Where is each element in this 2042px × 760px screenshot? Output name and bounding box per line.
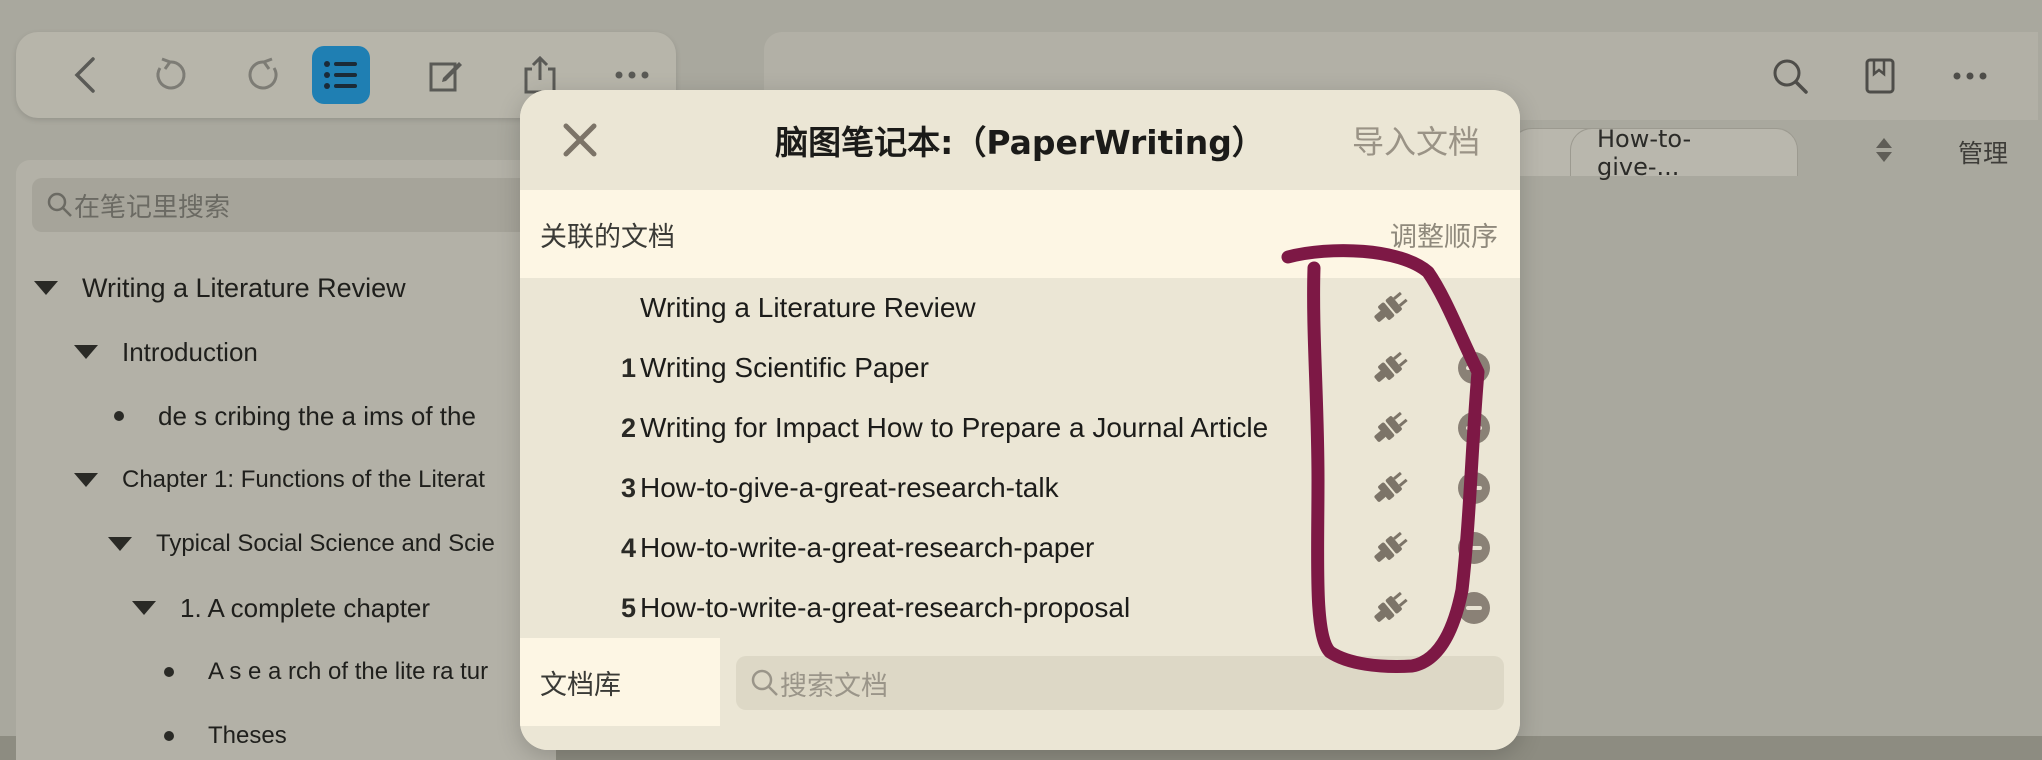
document-number: 2	[620, 412, 636, 443]
outline-item-label: Chapter 1: Functions of the Literat	[122, 466, 485, 493]
tab-label: How-to-give-...	[1597, 124, 1692, 181]
outline-item-label: Typical Social Science and Scie	[156, 530, 495, 557]
document-library-label: 文档库	[520, 638, 720, 726]
document-title: How-to-write-a-great-research-paper	[640, 532, 1095, 563]
search-icon	[751, 669, 778, 696]
remove-document-icon[interactable]	[1458, 352, 1490, 384]
manage-button[interactable]: 管理	[1958, 128, 2008, 176]
outline-item[interactable]: Chapter 1: Functions of the Literat	[74, 460, 485, 500]
outline-item[interactable]: de s cribing the a ims of the	[114, 396, 476, 436]
import-document-button[interactable]: 导入文档	[1352, 90, 1480, 190]
outline-item-label: 1. A complete chapter	[180, 592, 431, 623]
outline-item[interactable]: Writing a Literature Review	[34, 268, 406, 308]
bullet-icon	[164, 731, 174, 741]
document-row[interactable]: 2 Writing for Impact How to Prepare a Jo…	[520, 398, 1520, 458]
tab-document[interactable]: How-to-give-...	[1570, 125, 1798, 181]
edit-icon[interactable]	[416, 32, 476, 118]
close-button[interactable]	[558, 118, 602, 162]
linked-documents-label: 关联的文档	[540, 221, 675, 253]
outline-item[interactable]: Typical Social Science and Scie	[108, 524, 495, 564]
document-title: How-to-give-a-great-research-talk	[640, 472, 1059, 503]
search-icon	[47, 192, 72, 217]
document-title: Writing for Impact How to Prepare a Jour…	[640, 412, 1269, 443]
remove-document-icon[interactable]	[1458, 592, 1490, 624]
outline-list-button[interactable]	[312, 46, 370, 104]
document-number: 4	[620, 532, 636, 563]
remove-document-icon[interactable]	[1458, 412, 1490, 444]
back-icon[interactable]	[56, 32, 116, 118]
link-plug-icon[interactable]	[1368, 586, 1412, 630]
document-library-section: 文档库 搜索文档	[520, 638, 1520, 750]
collapse-triangle-icon[interactable]	[34, 281, 58, 295]
linked-documents-list: Writing a Literature Review 1 Writing Sc…	[520, 278, 1520, 638]
outline-item-label: Introduction	[122, 336, 258, 367]
redo-icon[interactable]	[234, 32, 294, 118]
collapse-triangle-icon[interactable]	[132, 601, 156, 615]
linked-documents-header: 关联的文档 调整顺序	[520, 190, 1520, 278]
collapse-triangle-icon[interactable]	[74, 345, 98, 359]
more-icon[interactable]	[1940, 32, 2000, 120]
collapse-triangle-icon[interactable]	[108, 537, 132, 551]
link-plug-icon[interactable]	[1368, 406, 1412, 450]
outline-item[interactable]: 1. A complete chapter	[132, 588, 430, 628]
document-row[interactable]: 3 How-to-give-a-great-research-talk	[520, 458, 1520, 518]
remove-document-icon[interactable]	[1458, 472, 1490, 504]
document-number: 5	[620, 592, 636, 623]
link-plug-icon[interactable]	[1368, 466, 1412, 510]
remove-document-icon[interactable]	[1458, 532, 1490, 564]
bullet-icon	[164, 667, 174, 677]
outline-item[interactable]: Introduction	[74, 332, 258, 372]
search-placeholder: 在笔记里搜索	[74, 192, 231, 223]
reorder-button[interactable]: 调整顺序	[1390, 190, 1498, 278]
document-title: Writing Scientific Paper	[640, 352, 929, 383]
document-row[interactable]: 5 How-to-write-a-great-research-proposal	[520, 578, 1520, 638]
collapse-triangle-icon[interactable]	[74, 473, 98, 487]
document-number: 1	[620, 352, 636, 383]
document-title: Writing a Literature Review	[640, 292, 976, 323]
outline-item-label: de s cribing the a ims of the	[158, 400, 476, 431]
sort-icon[interactable]	[1870, 128, 1898, 176]
link-plug-icon[interactable]	[1368, 346, 1412, 390]
link-plug-icon[interactable]	[1368, 286, 1412, 330]
link-plug-icon[interactable]	[1368, 526, 1412, 570]
outline-item-label: A s e a rch of the lite ra tur	[208, 658, 489, 685]
close-icon	[563, 123, 597, 157]
outline-panel: 在笔记里搜索 Writing a Literature Review Intro…	[16, 160, 556, 760]
search-icon[interactable]	[1760, 32, 1820, 120]
outline-item-label: Theses	[208, 722, 287, 749]
document-row[interactable]: 1 Writing Scientific Paper	[520, 338, 1520, 398]
dialog-header: 脑图笔记本:（PaperWriting） 导入文档	[520, 90, 1520, 191]
document-row[interactable]: Writing a Literature Review	[520, 278, 1520, 338]
undo-icon[interactable]	[140, 32, 200, 118]
bookmark-icon[interactable]	[1850, 32, 1910, 120]
outline-item-label: Writing a Literature Review	[82, 272, 406, 303]
mindmap-notebook-dialog: 脑图笔记本:（PaperWriting） 导入文档 关联的文档 调整顺序 Wri…	[520, 90, 1520, 750]
document-row[interactable]: 4 How-to-write-a-great-research-paper	[520, 518, 1520, 578]
outline-search-input[interactable]: 在笔记里搜索	[32, 178, 532, 232]
outline-item[interactable]: Theses	[164, 716, 287, 756]
bullet-icon	[114, 411, 124, 421]
library-search-input[interactable]: 搜索文档	[736, 656, 1504, 710]
document-title: How-to-write-a-great-research-proposal	[640, 592, 1131, 623]
document-number: 3	[620, 472, 636, 503]
outline-item[interactable]: A s e a rch of the lite ra tur	[164, 652, 488, 692]
search-placeholder: 搜索文档	[780, 670, 888, 702]
outline-list-icon	[324, 61, 357, 89]
